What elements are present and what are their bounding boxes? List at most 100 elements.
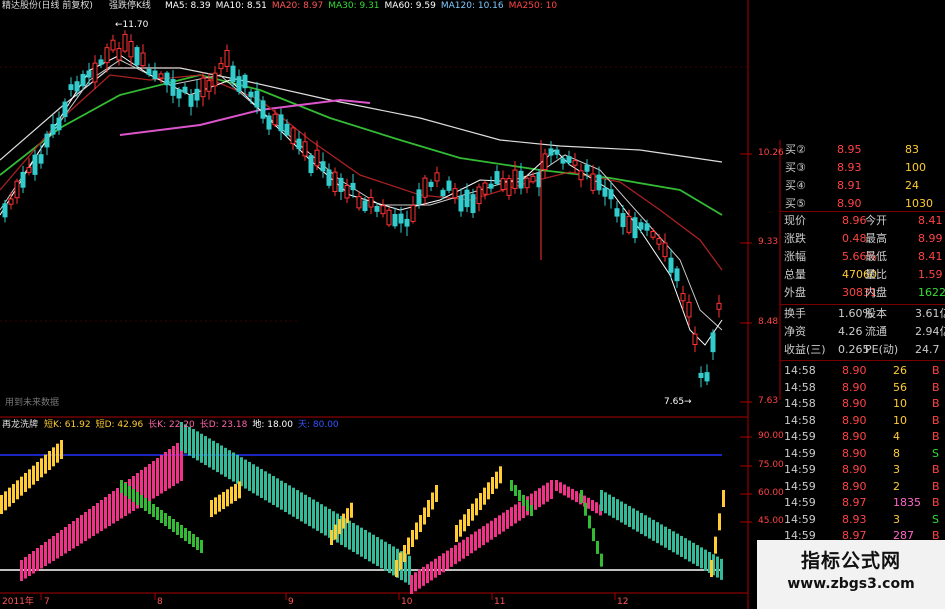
tick-volume: 3 xyxy=(893,463,900,476)
long-k-fall-bar xyxy=(620,501,623,523)
short-d-segment-bar xyxy=(132,489,135,502)
candle-body xyxy=(218,62,224,70)
long-k-rise-bar xyxy=(52,536,55,561)
candle-body xyxy=(308,155,314,174)
long-k-rise-bar xyxy=(458,542,461,562)
ma-label: MA120: 10.16 xyxy=(440,1,504,11)
order-book-row: 买② 8.95 83 xyxy=(780,142,945,157)
candlestick xyxy=(392,207,398,229)
short-d-segment-bar xyxy=(514,485,517,496)
long-k-fall-bar xyxy=(308,497,311,527)
long-k-peak-bar xyxy=(571,488,574,500)
candle-body xyxy=(26,167,32,173)
candlestick xyxy=(236,69,242,95)
ma120-line xyxy=(119,98,371,136)
tick-volume: 2 xyxy=(893,479,900,493)
long-k-peak-bar xyxy=(559,482,562,494)
candle-body xyxy=(548,148,554,156)
candlestick xyxy=(278,108,284,140)
long-k-fall-bar xyxy=(248,461,251,491)
long-k-rise-bar xyxy=(76,518,79,546)
candlestick xyxy=(200,72,206,107)
fund-label: 股本 xyxy=(865,307,887,320)
order-book-row: 买④ 8.91 24 xyxy=(780,178,945,193)
tick-row: 14:59 8.90 4 B xyxy=(780,429,945,444)
short-k-segment-bar xyxy=(210,500,213,517)
candlestick xyxy=(494,165,500,186)
short-k-segment-bar xyxy=(222,492,225,509)
long-k-rise-bar xyxy=(152,461,155,499)
candle-body xyxy=(404,218,410,227)
short-k-segment-bar xyxy=(52,447,55,467)
tick-time: 14:58 xyxy=(784,397,816,410)
candlestick xyxy=(380,199,386,218)
fund-label: PE(动) xyxy=(865,343,899,356)
short-d-segment-bar xyxy=(168,516,171,529)
stat-value: 0.48 xyxy=(842,232,867,245)
stat-label: 外盘 xyxy=(784,286,806,299)
short-k-segment-bar xyxy=(20,476,23,496)
candlestick xyxy=(698,366,704,388)
long-k-peak-bar xyxy=(587,497,590,509)
long-k-rise-bar xyxy=(498,515,501,535)
long-k-fall-bar xyxy=(264,471,267,501)
fund-value: 3.61亿 xyxy=(915,307,945,320)
short-d-segment-bar xyxy=(526,500,529,511)
long-k-fall-bar xyxy=(288,485,291,515)
long-k-rise-bar xyxy=(148,464,151,501)
ma20-line xyxy=(0,74,723,271)
candle-body xyxy=(296,138,302,150)
quote-divider xyxy=(780,211,945,212)
long-k-fall-bar xyxy=(720,558,723,580)
candle-body xyxy=(56,117,62,131)
long-k-rise-bar xyxy=(410,575,413,594)
candle-body xyxy=(464,189,470,208)
candlestick xyxy=(638,218,644,234)
candle-body xyxy=(668,257,674,273)
long-k-rise-bar xyxy=(160,455,163,494)
long-k-peak-bar xyxy=(591,500,594,511)
tick-volume: 10 xyxy=(893,413,907,427)
long-k-fall-bar xyxy=(244,459,247,489)
tick-row: 14:58 8.90 10 B xyxy=(780,413,945,428)
candle-body xyxy=(104,47,110,64)
short-k-segment-bar xyxy=(483,487,486,505)
candlestick xyxy=(344,178,350,204)
candle-body xyxy=(116,48,122,61)
candle-body xyxy=(212,72,218,87)
candlestick xyxy=(500,170,506,193)
month-label: 9 xyxy=(288,597,294,607)
short-k-segment-bar xyxy=(44,454,47,474)
price-tick: 8.48 xyxy=(758,317,779,327)
long-k-rise-bar xyxy=(32,551,35,574)
tick-price: 8.90 xyxy=(842,397,867,410)
fund-label: 收益(三) xyxy=(784,343,826,356)
candlestick xyxy=(536,168,542,197)
oscillator-label: 长D: 23.18 xyxy=(199,420,248,430)
long-k-peak-bar xyxy=(567,486,570,498)
tick-volume: 8 xyxy=(893,446,900,460)
candle-body xyxy=(350,182,356,191)
stat-label: 现价 xyxy=(784,214,806,227)
candle-body xyxy=(224,49,230,67)
candle-body xyxy=(566,156,572,164)
candle-body xyxy=(188,94,194,107)
candle-body xyxy=(530,175,536,183)
short-k-segment-bar xyxy=(455,525,458,542)
tick-row: 14:58 8.90 10 B xyxy=(780,396,945,411)
candlestick xyxy=(452,182,458,204)
long-k-fall-bar xyxy=(616,499,619,521)
long-k-fall-bar xyxy=(384,541,387,571)
candle-body xyxy=(590,173,596,191)
short-k-segment-bar xyxy=(24,473,27,492)
short-k-segment-bar xyxy=(491,477,494,494)
candlestick xyxy=(710,329,716,361)
candlestick xyxy=(662,233,668,262)
short-k-segment-bar xyxy=(407,537,410,555)
oscillator-legend: 再龙洗牌 短K: 61.92 短D: 42.96 长K: 22.20 长D: 23.18… xyxy=(2,420,344,431)
candle-body xyxy=(410,204,416,222)
candlestick xyxy=(542,148,548,179)
candlestick xyxy=(164,71,170,93)
candlestick xyxy=(308,153,314,177)
year-label: 2011年 xyxy=(2,597,34,607)
